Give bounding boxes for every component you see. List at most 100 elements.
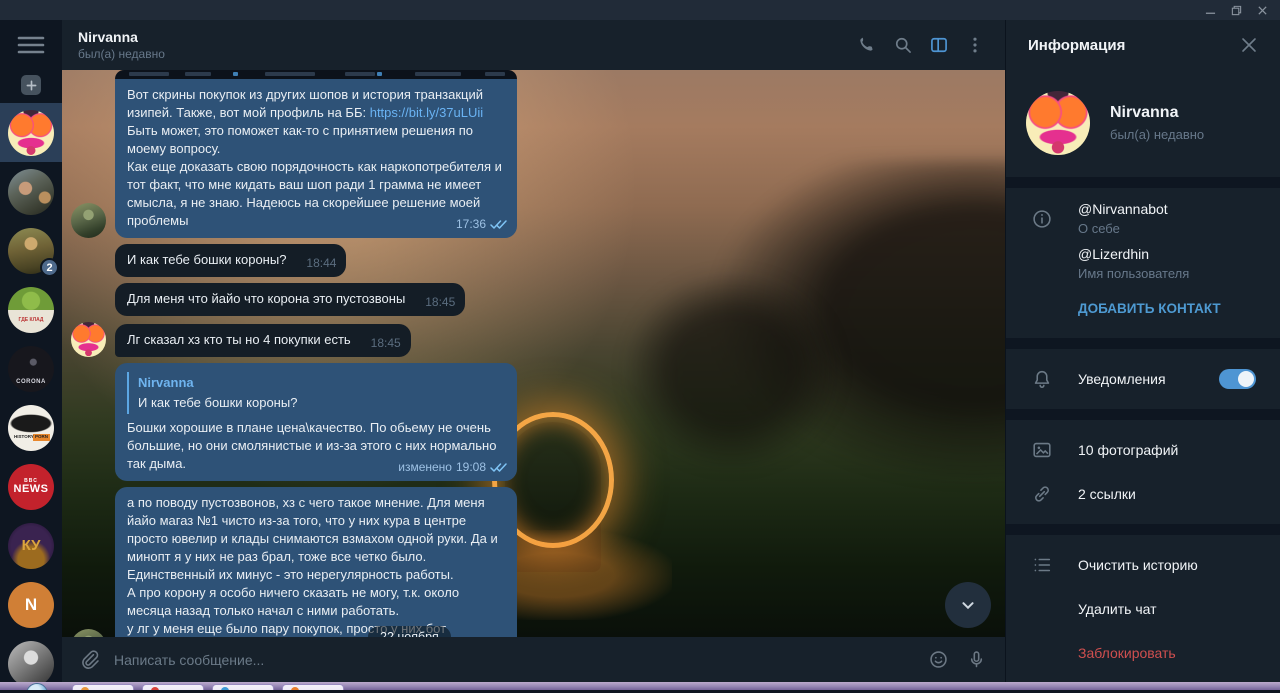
window-restore-button[interactable] — [1224, 2, 1248, 18]
info-row[interactable]: @Nirvannabot О себе — [1006, 196, 1280, 241]
app-window: 2 ГДЕ КЛАД CORONA HISTORY PORN BBC NEWS КУ N Ni… — [0, 20, 1280, 687]
message-bubble[interactable]: Для меня что йайо что корона это пустозв… — [115, 283, 466, 316]
search-button[interactable] — [885, 27, 921, 63]
emoji-button[interactable] — [919, 641, 957, 679]
call-button[interactable] — [849, 27, 885, 63]
panel-row-texts: Заблокировать — [1078, 645, 1280, 661]
kebab-menu-icon — [973, 37, 977, 53]
message-sender-avatar[interactable] — [71, 322, 106, 357]
search-icon — [895, 37, 911, 53]
info-panel-sections: @Nirvannabot О себе @Lizerdhin Имя пользова… — [1006, 188, 1280, 683]
panel-row-subtitle: О себе — [1078, 221, 1120, 236]
message-text: Для меня что йайо что корона это пустозв… — [127, 291, 406, 306]
taskbar-start-orb[interactable] — [26, 683, 48, 690]
avatar-label: N — [24, 595, 38, 614]
add-contact-row[interactable]: ДОБАВИТЬ КОНТАКТ — [1006, 286, 1280, 330]
panel-row-texts: 2 ссылки — [1078, 486, 1280, 502]
panel-row[interactable]: Удалить чат — [1006, 587, 1280, 631]
avatar-label: CORONA — [16, 378, 46, 385]
photo-fragment — [345, 72, 375, 76]
photo-fragment — [185, 72, 211, 76]
message-row: Для меня что йайо что корона это пустозв… — [71, 283, 1005, 316]
os-taskbar — [0, 682, 1280, 690]
taskbar-app-button[interactable] — [72, 684, 134, 690]
panel-row-title: @Nirvannabot — [1078, 201, 1168, 217]
profile-avatar[interactable] — [1026, 91, 1090, 155]
message-sender-avatar[interactable] — [71, 203, 106, 238]
sidebar-chat-nirvanna[interactable] — [0, 103, 62, 162]
taskbar-app-button[interactable] — [212, 684, 274, 690]
profile-texts: Nirvanna был(а) недавно — [1110, 104, 1204, 142]
sidebar-chat-corona[interactable]: CORONA — [0, 339, 62, 398]
photos-row[interactable]: 10 фотографий — [1006, 428, 1280, 472]
message-bubble[interactable]: Вот скрины покупок из других шопов и ист… — [115, 79, 517, 238]
panel-row-title: Заблокировать — [1078, 645, 1176, 661]
chat-avatar — [8, 109, 54, 156]
panel-row-texts: @Nirvannabot О себе — [1078, 201, 1280, 236]
microphone-icon — [970, 651, 982, 668]
info-icon — [1006, 208, 1078, 230]
plus-icon — [26, 80, 36, 90]
message-column: Вот скрины покупок из других шопов и ист… — [115, 70, 517, 238]
composer — [62, 637, 1005, 682]
attach-button[interactable] — [70, 641, 108, 679]
sidebar-chat-bbc-news[interactable]: BBC NEWS — [0, 457, 62, 516]
links-row[interactable]: 2 ссылки — [1006, 472, 1280, 516]
avatar-label: HISTORY PORN — [12, 434, 50, 441]
message-meta: 18:45 — [371, 334, 401, 352]
panel-row-title: Очистить историю — [1078, 557, 1198, 573]
window-minimize-button[interactable] — [1198, 2, 1222, 18]
edited-label: изменено — [398, 460, 452, 474]
message-bubble[interactable]: И как тебе бошки короны? 18:44 — [115, 244, 347, 277]
panel-row[interactable]: @Lizerdhin Имя пользователя — [1006, 241, 1280, 286]
message-bubble[interactable]: а по поводу пустозвонов, хз с чего такое… — [115, 487, 517, 637]
cropped-photo-attachment[interactable] — [115, 70, 517, 79]
panel-row-title: 10 фотографий — [1078, 442, 1179, 458]
main-menu-button[interactable] — [17, 34, 45, 56]
taskbar-app-button[interactable] — [142, 684, 204, 690]
chat-status: был(а) недавно — [78, 47, 165, 61]
chat-menu-button[interactable] — [957, 27, 993, 63]
info-panel-header: Информация — [1006, 20, 1280, 70]
reply-quote[interactable]: Nirvanna И как тебе бошки короны? — [127, 372, 505, 414]
chat-column: Nirvanna был(а) недавно Вот скрины покуп… — [62, 20, 1005, 682]
sidebar-chat-person-with-cat[interactable] — [0, 162, 62, 221]
chats-rail: 2 ГДЕ КЛАД CORONA HISTORY PORN BBC NEWS КУ N — [0, 20, 62, 687]
message-meta: 18:45 — [425, 293, 455, 311]
window-titlebar — [0, 0, 1280, 20]
window-close-button[interactable] — [1250, 2, 1274, 18]
message-time: 17:36 — [455, 217, 486, 231]
add-folder-button[interactable] — [21, 75, 41, 95]
date-pill[interactable]: 22 ноября — [368, 626, 451, 637]
scroll-to-bottom-button[interactable] — [945, 582, 991, 628]
voice-record-button[interactable] — [957, 641, 995, 679]
clear-history-row[interactable]: Очистить историю — [1006, 543, 1280, 587]
sidebar-chat-n-chat[interactable]: N — [0, 575, 62, 634]
notifications-row[interactable]: Уведомления — [1006, 357, 1280, 401]
message-link[interactable]: https://bit.ly/37uLUii — [370, 105, 483, 120]
sidebar-chat-ku[interactable]: КУ — [0, 516, 62, 575]
notifications-toggle[interactable] — [1219, 369, 1256, 389]
list-icon — [1006, 554, 1078, 576]
toggle-info-panel-button[interactable] — [921, 27, 957, 63]
photo-fragment — [129, 72, 169, 76]
panel-toggle-icon — [931, 37, 947, 53]
sidebar-chat-mona-lisa[interactable]: 2 — [0, 221, 62, 280]
chevron-down-icon — [962, 602, 974, 610]
message-text: А про корону я особо ничего сказать не м… — [127, 585, 460, 618]
chat-canvas: Вот скрины покупок из других шопов и ист… — [62, 70, 1005, 637]
sidebar-chat-history-porn[interactable]: HISTORY PORN — [0, 398, 62, 457]
message-text: И как тебе бошки короны? — [127, 252, 287, 267]
message-text: а по поводу пустозвонов, хз с чего такое… — [127, 495, 498, 582]
message-sender-avatar[interactable] — [71, 629, 106, 637]
message-meta: 17:36 — [456, 215, 507, 233]
chat-header-info[interactable]: Nirvanna был(а) недавно — [78, 29, 849, 61]
message-input[interactable] — [108, 651, 919, 668]
message-bubble[interactable]: Nirvanna И как тебе бошки короны? Бошки хо… — [115, 363, 517, 481]
message-bubble[interactable]: Лг сказал хз кто ты но 4 покупки есть 18:… — [115, 324, 411, 357]
sidebar-chat-green-meme[interactable]: ГДЕ КЛАД — [0, 280, 62, 339]
avatar-label: ГДЕ КЛАД — [18, 317, 44, 323]
close-info-panel-button[interactable] — [1232, 28, 1266, 62]
taskbar-app-button[interactable] — [282, 684, 344, 690]
block-user-row[interactable]: Заблокировать — [1006, 631, 1280, 675]
